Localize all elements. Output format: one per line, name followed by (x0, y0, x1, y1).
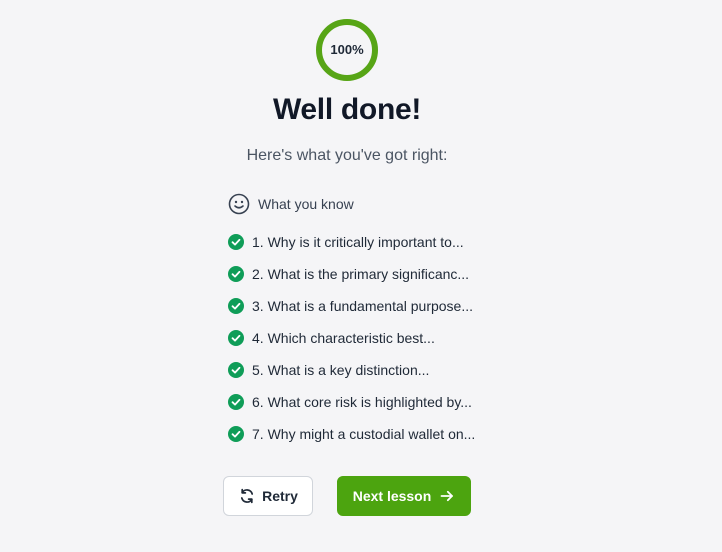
list-item: 7. Why might a custodial wallet on... (228, 418, 475, 450)
lesson-complete-screen: 100% Well done! Here's what you've got r… (0, 0, 722, 552)
list-item: 4. Which characteristic best... (228, 322, 475, 354)
check-circle-icon (228, 266, 244, 282)
progress-ring: 100% (315, 18, 379, 82)
list-item: 1. Why is it critically important to... (228, 226, 475, 258)
section-label: What you know (258, 196, 354, 212)
list-item-text: 7. Why might a custodial wallet on... (252, 426, 476, 442)
smiley-icon (228, 193, 250, 215)
check-circle-icon (228, 426, 244, 442)
arrow-right-icon (439, 488, 455, 504)
check-circle-icon (228, 298, 244, 314)
next-lesson-button[interactable]: Next lesson (337, 476, 471, 516)
correct-answers-list: 1. Why is it critically important to... … (228, 226, 475, 450)
progress-percent: 100% (330, 42, 364, 57)
list-item: 3. What is a fundamental purpose... (228, 290, 475, 322)
list-item: 2. What is the primary significanc... (228, 258, 475, 290)
page-title: Well done! (272, 93, 422, 126)
retry-label: Retry (262, 488, 298, 504)
list-item-text: 1. Why is it critically important to... (252, 234, 464, 250)
page-subtitle: Here's what you've got right: (246, 147, 448, 164)
check-circle-icon (228, 362, 244, 378)
retry-button[interactable]: Retry (223, 476, 313, 516)
list-item: 5. What is a key distinction... (228, 354, 475, 386)
next-lesson-label: Next lesson (352, 488, 432, 504)
refresh-icon (238, 487, 256, 505)
check-circle-icon (228, 234, 244, 250)
list-item-text: 3. What is a fundamental purpose... (252, 298, 474, 314)
list-item-text: 5. What is a key distinction... (252, 362, 430, 378)
list-item-text: 2. What is the primary significanc... (252, 266, 470, 282)
list-item: 6. What core risk is highlighted by... (228, 386, 475, 418)
list-item-text: 4. Which characteristic best... (252, 330, 435, 346)
check-circle-icon (228, 330, 244, 346)
check-circle-icon (228, 394, 244, 410)
what-you-know-header: What you know (228, 192, 354, 216)
list-item-text: 6. What core risk is highlighted by... (252, 394, 472, 410)
